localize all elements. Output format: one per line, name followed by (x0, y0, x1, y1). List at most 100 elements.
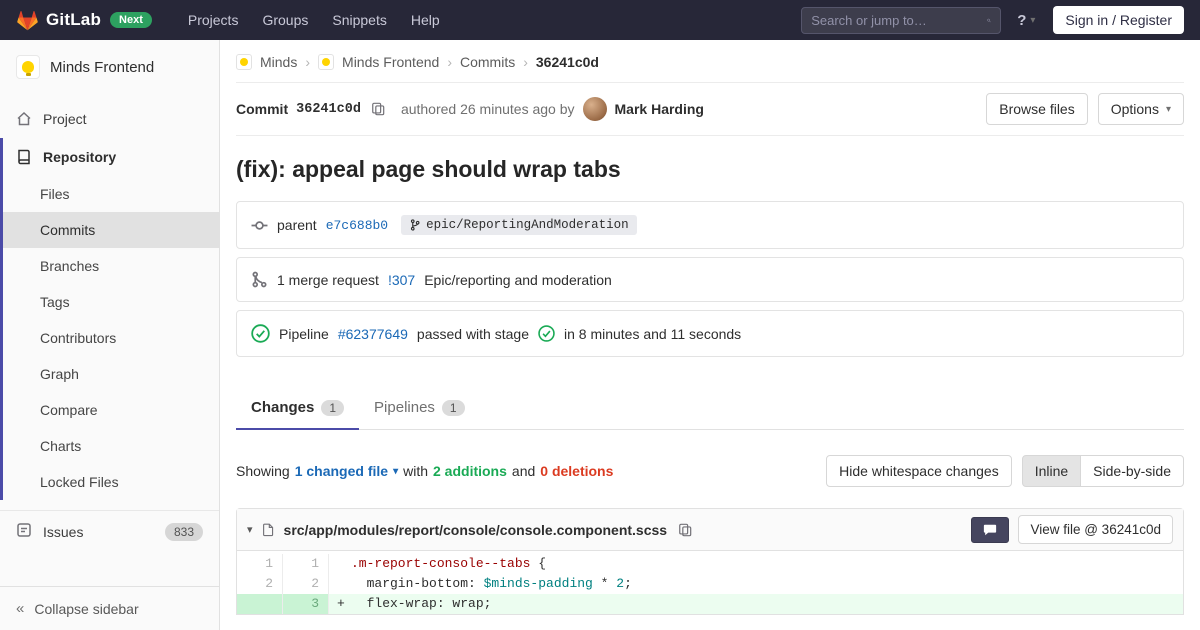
options-label: Options (1110, 101, 1159, 117)
pipeline-row: Pipeline #62377649 passed with stage in … (236, 310, 1184, 357)
breadcrumb-minds[interactable]: Minds (260, 54, 297, 70)
toggle-comments-button[interactable] (971, 516, 1010, 543)
commit-header-bar: Commit 36241c0d authored 26 minutes ago … (236, 83, 1184, 136)
chevron-down-icon: ▾ (1165, 103, 1171, 115)
gitlab-tanuki-icon (17, 11, 38, 31)
author-avatar (582, 97, 607, 121)
new-line-number[interactable]: 1 (283, 554, 329, 574)
sidebar-item-branches[interactable]: Branches (3, 248, 219, 284)
sidebar-item-locked-files[interactable]: Locked Files (3, 464, 219, 500)
sidebar-item-charts[interactable]: Charts (3, 428, 219, 464)
diff-line: 1 1 .m-report-console--tabs { (237, 554, 1183, 574)
old-line-number[interactable]: 1 (237, 554, 283, 574)
collapse-diff-caret[interactable]: ▾ (247, 523, 253, 536)
pipeline-status-text: passed with stage (416, 325, 529, 342)
diff-file-actions: View file @ 36241c0d (971, 515, 1173, 544)
sidebar-item-label: Issues (43, 523, 84, 540)
search-box[interactable] (801, 6, 1002, 34)
sidebar-item-tags[interactable]: Tags (3, 284, 219, 320)
primary-nav: Projects Groups Snippets Help (176, 0, 452, 40)
nav-groups[interactable]: Groups (250, 0, 320, 40)
top-navbar: GitLab Next Projects Groups Snippets Hel… (0, 0, 1200, 40)
lightbulb-icon (22, 61, 34, 76)
changed-files-dropdown[interactable]: 1 changed file ▾ (295, 463, 398, 479)
old-line-number[interactable] (237, 594, 283, 614)
copy-sha-button[interactable] (369, 102, 387, 116)
diff-summary-bar: Showing 1 changed file ▾ with 2 addition… (236, 430, 1184, 508)
old-line-number[interactable]: 2 (237, 574, 283, 594)
collapse-sidebar-button[interactable]: « Collapse sidebar (0, 586, 219, 630)
nav-help[interactable]: Help (399, 0, 452, 40)
sidebar-item-repository[interactable]: Repository (3, 138, 219, 176)
sidebar-item-compare[interactable]: Compare (3, 392, 219, 428)
sign-in-button[interactable]: Sign in / Register (1053, 6, 1184, 34)
gitlab-wordmark: GitLab (46, 10, 102, 29)
hide-whitespace-button[interactable]: Hide whitespace changes (826, 455, 1012, 487)
pipeline-id-link[interactable]: #62377649 (338, 326, 408, 342)
side-by-side-view-button[interactable]: Side-by-side (1080, 455, 1184, 487)
new-line-number[interactable]: 2 (283, 574, 329, 594)
branch-ref-badge[interactable]: epic/ReportingAndModeration (401, 215, 637, 235)
repository-submenu: Files Commits Branches Tags Contributors… (3, 176, 219, 500)
sidebar-nav: Project Repository Files Commits Branche… (0, 100, 219, 552)
view-file-button[interactable]: View file @ 36241c0d (1018, 515, 1173, 544)
search-icon (987, 18, 991, 22)
breadcrumb: Minds › Minds Frontend › Commits › 36241… (236, 40, 1184, 83)
gitlab-logo[interactable]: GitLab Next (16, 9, 152, 31)
stage-passed-icon[interactable] (538, 325, 555, 342)
parent-sha-link[interactable]: e7c688b0 (326, 218, 388, 233)
pipeline-label: Pipeline (279, 325, 329, 342)
pipeline-passed-icon (251, 324, 270, 343)
breadcrumb-commits[interactable]: Commits (460, 54, 515, 70)
diff-code: margin-bottom: $minds-padding * 2; (329, 574, 1183, 594)
sidebar-item-label: Project (43, 111, 87, 127)
chevron-down-icon: ▾ (1030, 14, 1036, 26)
breadcrumb-minds-frontend[interactable]: Minds Frontend (342, 54, 439, 70)
with-word: with (403, 463, 428, 479)
breadcrumb-separator: › (447, 54, 452, 70)
search-input[interactable] (811, 12, 988, 28)
diff-file-header: ▾ src/app/modules/report/console/console… (237, 509, 1183, 551)
diff-code: + flex-wrap: wrap; (329, 594, 1183, 614)
diff-file-path[interactable]: src/app/modules/report/console/console.c… (284, 522, 668, 538)
project-avatar (16, 55, 40, 79)
tab-pipelines[interactable]: Pipelines 1 (359, 387, 480, 430)
mr-ref-link[interactable]: !307 (388, 272, 415, 288)
tab-label: Changes (251, 399, 315, 416)
sidebar-item-contributors[interactable]: Contributors (3, 320, 219, 356)
book-icon (16, 149, 32, 165)
diff-code: .m-report-console--tabs { (329, 554, 1183, 574)
new-line-number[interactable]: 3 (283, 594, 329, 614)
copy-icon (679, 523, 692, 536)
file-icon (262, 523, 273, 537)
diff-line-added: 3 + flex-wrap: wrap; (237, 594, 1183, 614)
copy-path-button[interactable] (676, 523, 694, 537)
commit-parent-row: parent e7c688b0 epic/ReportingAndModerat… (236, 201, 1184, 249)
help-icon: ? (1017, 11, 1027, 29)
tab-changes[interactable]: Changes 1 (236, 387, 360, 430)
nav-projects[interactable]: Projects (176, 0, 251, 40)
sidebar-project-link[interactable]: Minds Frontend (0, 40, 219, 90)
pipeline-duration-text: in 8 minutes and 11 seconds (563, 325, 742, 342)
code-number: 2 (616, 576, 625, 591)
comment-icon (984, 524, 997, 535)
sidebar-item-issues[interactable]: Issues 833 (0, 510, 219, 552)
author-name-link[interactable]: Mark Harding (615, 101, 704, 117)
branch-icon (411, 219, 420, 231)
merge-request-row: 1 merge request !307 Epic/reporting and … (236, 257, 1184, 302)
sidebar-item-files[interactable]: Files (3, 176, 219, 212)
next-badge: Next (110, 12, 152, 28)
and-word: and (511, 463, 536, 479)
sidebar-item-graph[interactable]: Graph (3, 356, 219, 392)
browse-files-button[interactable]: Browse files (986, 93, 1088, 125)
code-text: { (530, 556, 547, 571)
diff-file: ▾ src/app/modules/report/console/console… (236, 508, 1184, 615)
sidebar-item-project[interactable]: Project (0, 100, 219, 138)
inline-view-button[interactable]: Inline (1021, 455, 1082, 487)
issues-icon (16, 522, 32, 541)
commit-authored-text: authored 26 minutes ago by (400, 101, 575, 117)
options-dropdown[interactable]: Options ▾ (1097, 93, 1184, 125)
sidebar-item-commits[interactable]: Commits (3, 212, 219, 248)
help-dropdown[interactable]: ? ▾ (1017, 12, 1035, 29)
nav-snippets[interactable]: Snippets (320, 0, 398, 40)
